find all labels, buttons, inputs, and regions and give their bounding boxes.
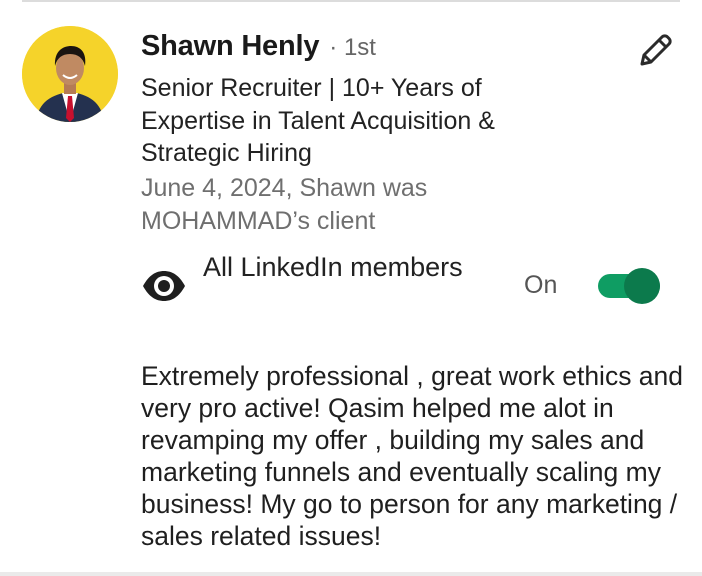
eye-icon — [141, 268, 187, 304]
edit-button[interactable] — [632, 28, 678, 74]
pencil-icon — [640, 34, 672, 66]
top-divider — [22, 0, 680, 2]
recommendation-card: Shawn Henly · 1st Senior Recruiter | 10+… — [0, 0, 702, 576]
connection-degree: · 1st — [329, 34, 376, 61]
recommender-headline: Senior Recruiter | 10+ Years of Expertis… — [141, 74, 495, 167]
toggle-state-label: On — [524, 271, 558, 299]
profile-photo — [22, 26, 118, 122]
visibility-label: All LinkedIn members — [203, 252, 463, 282]
recommender-name[interactable]: Shawn Henly — [141, 30, 319, 63]
bottom-divider — [0, 572, 702, 576]
avatar[interactable] — [22, 26, 118, 122]
recommendation-text: Extremely professional , great work ethi… — [141, 361, 684, 551]
visibility-toggle[interactable] — [598, 268, 662, 304]
name-row: Shawn Henly · 1st — [141, 30, 376, 70]
relationship-text: June 4, 2024, Shawn was MOHAMMAD’s clien… — [141, 174, 428, 235]
toggle-knob — [624, 268, 660, 304]
